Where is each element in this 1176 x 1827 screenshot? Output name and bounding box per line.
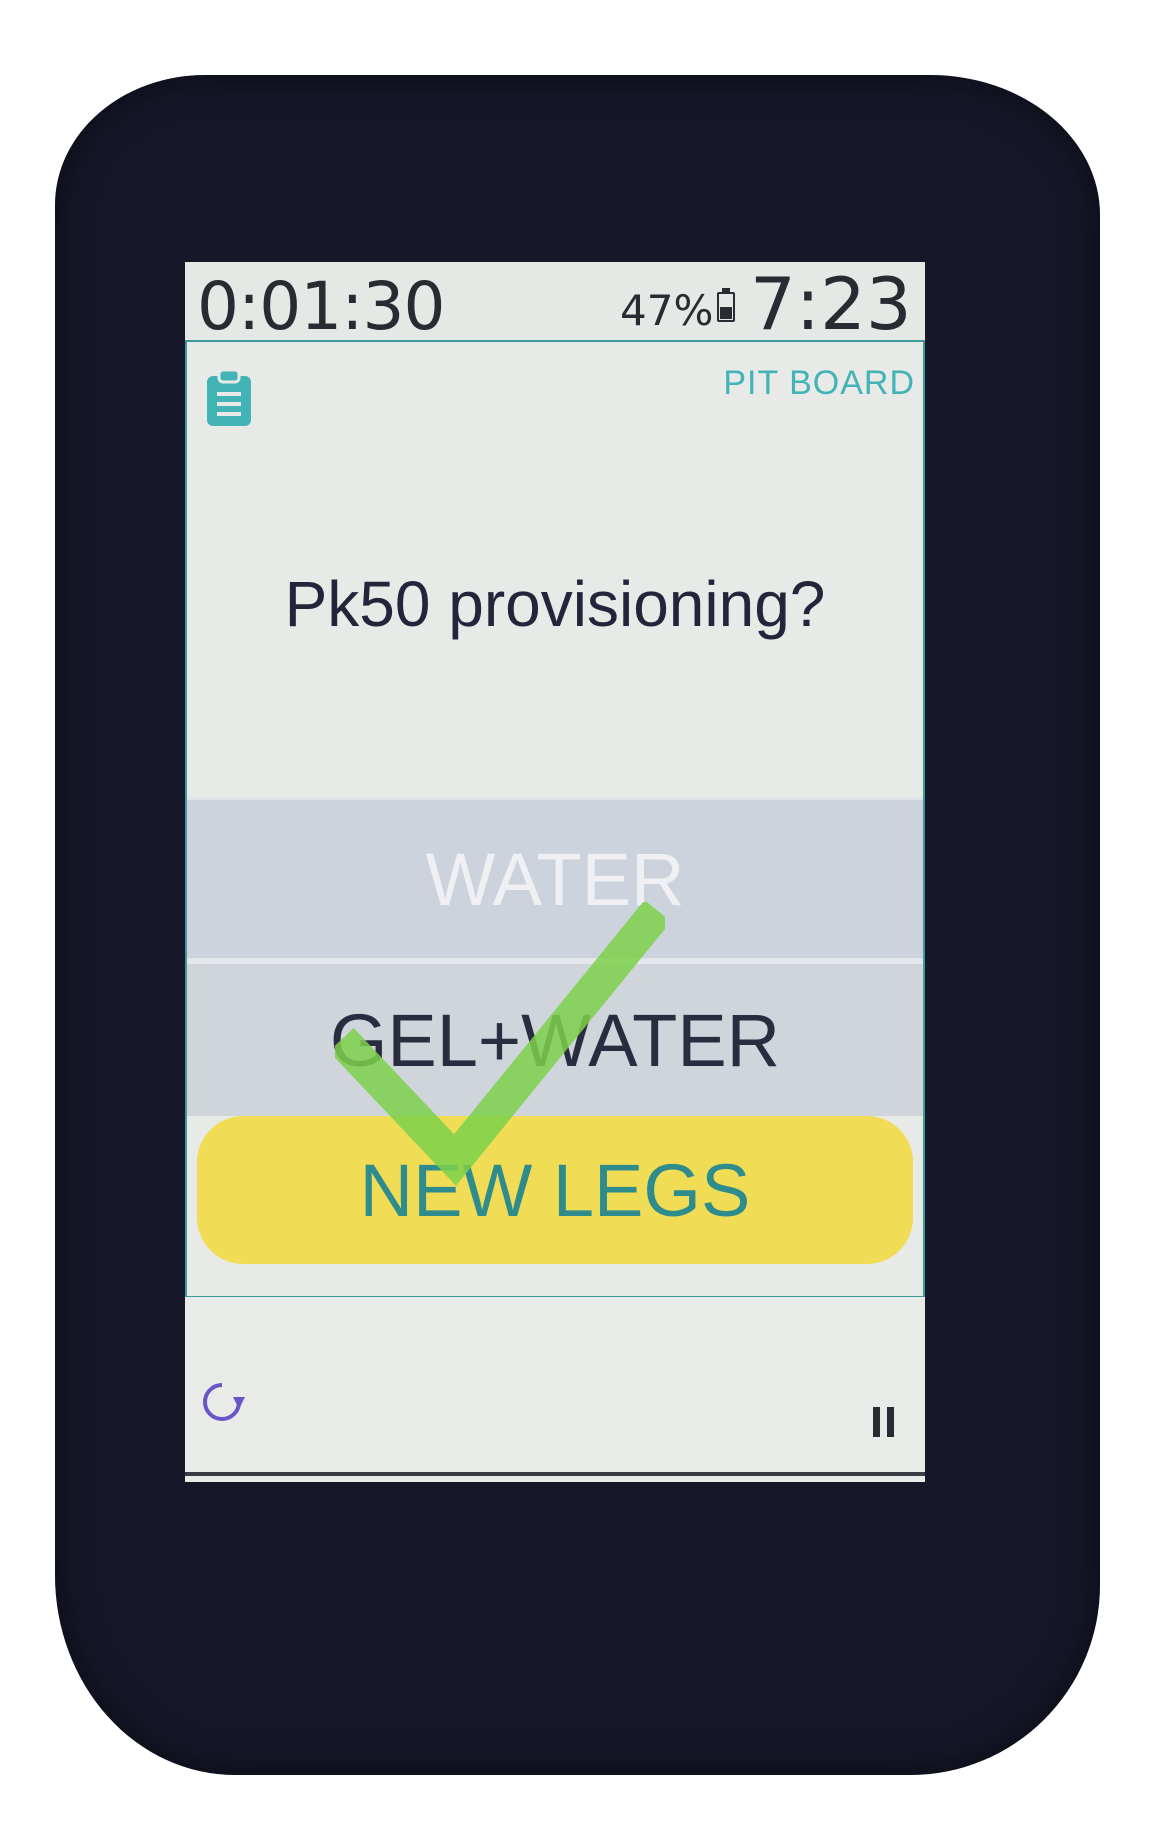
option-water[interactable]: WATER — [187, 797, 923, 958]
panel-title: PIT BOARD — [723, 364, 915, 402]
clock: 7:23 — [750, 262, 912, 346]
refresh-icon[interactable] — [197, 1377, 247, 1427]
elapsed-timer: 0:01:30 — [197, 268, 445, 345]
pause-icon[interactable] — [873, 1407, 895, 1437]
clipboard-icon — [207, 370, 251, 426]
status-bar: 0:01:30 47% 7:23 — [185, 262, 925, 346]
option-new-legs[interactable]: NEW LEGS — [197, 1116, 913, 1264]
pause-bar-right — [887, 1407, 894, 1437]
battery-percentage: 47% — [620, 286, 714, 335]
bottom-control-bar — [185, 1297, 925, 1482]
options-list: WATER GEL+WATER NEW LEGS — [187, 797, 923, 1264]
battery-icon — [717, 288, 735, 322]
pause-bar-left — [873, 1407, 880, 1437]
pit-board-panel: PIT BOARD Pk50 provisioning? WATER GEL+W… — [185, 340, 925, 1298]
bottom-divider — [185, 1472, 925, 1476]
question-text: Pk50 provisioning? — [284, 568, 826, 640]
option-gel-water[interactable]: GEL+WATER — [187, 958, 923, 1116]
battery-level-fill — [720, 306, 732, 319]
device-screen: 0:01:30 47% 7:23 PIT BOARD Pk50 provisio… — [185, 262, 925, 1482]
